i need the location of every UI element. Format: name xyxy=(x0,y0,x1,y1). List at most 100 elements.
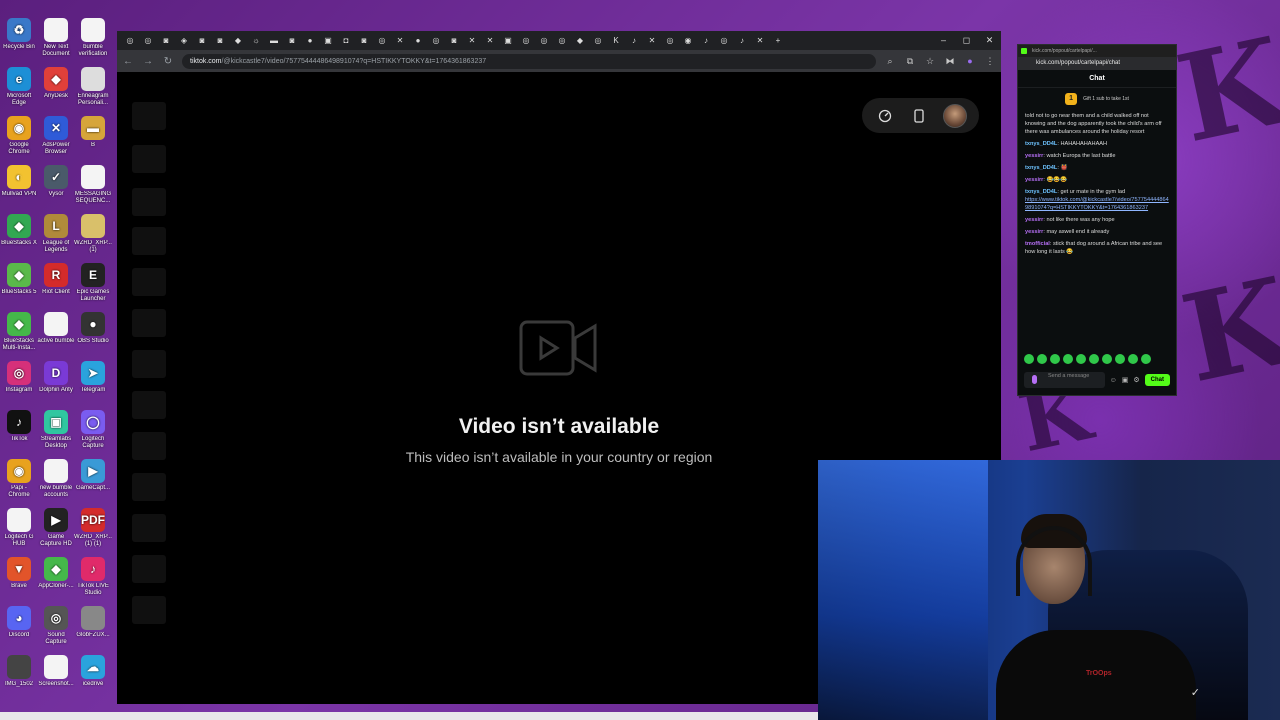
emote-icon[interactable] xyxy=(1141,354,1151,364)
emote-icon[interactable] xyxy=(1102,354,1112,364)
desktop-icon[interactable]: ✕ AdsPower Browser xyxy=(37,116,75,156)
desktop-icon[interactable]: ◆ BlueStacks Multi-Insta... xyxy=(0,312,38,352)
browser-tab[interactable]: ◙ xyxy=(359,36,369,46)
desktop-icon[interactable]: ◆ BlueStacks X xyxy=(0,214,38,247)
emote-icon[interactable] xyxy=(1063,354,1073,364)
desktop-icon[interactable]: ◎ Sound Capture xyxy=(37,606,75,646)
emote-icon[interactable] xyxy=(1024,354,1034,364)
emote-icon[interactable] xyxy=(1050,354,1060,364)
desktop-icon[interactable]: ✓ Vysor xyxy=(37,165,75,198)
desktop-icon[interactable]: PDF WZRD_XRP... (1) (1) xyxy=(74,508,112,548)
menu-icon[interactable]: ⋮ xyxy=(984,56,996,67)
chat-username[interactable]: yessirr xyxy=(1025,217,1043,223)
send-chat-button[interactable]: Chat xyxy=(1144,374,1170,386)
desktop-icon[interactable]: ➤ Telegram xyxy=(74,361,112,394)
browser-tab[interactable]: ◎ xyxy=(719,36,729,46)
back-button[interactable]: ← xyxy=(122,56,134,67)
desktop-icon[interactable]: ◆ AnyDesk xyxy=(37,67,75,100)
desktop-icon[interactable]: D Dolphin Anty xyxy=(37,361,75,394)
browser-tab[interactable]: ◎ xyxy=(593,36,603,46)
settings-gear-icon[interactable]: ⚙ xyxy=(1133,376,1139,384)
chat-username[interactable]: yessirr xyxy=(1025,177,1043,183)
desktop-icon[interactable]: MESSAGING SEQUENC... xyxy=(74,165,112,205)
chat-username[interactable]: txnys_DD4L xyxy=(1025,189,1057,195)
zoom-icon[interactable]: ⌕ xyxy=(884,56,896,67)
desktop-icon[interactable]: ◎ Instagram xyxy=(0,361,38,394)
desktop-icon[interactable]: ♪ TikTok xyxy=(0,410,38,443)
emoji-icon[interactable]: ☺ xyxy=(1110,377,1117,384)
desktop-icon[interactable]: Enneagram Personali... xyxy=(74,67,112,107)
desktop-icon[interactable]: ▼ Brave xyxy=(0,557,38,590)
desktop-icon[interactable]: ◉ Papi - Chrome xyxy=(0,459,38,499)
chat-username[interactable]: yessirr xyxy=(1025,153,1043,159)
browser-tab[interactable]: ▣ xyxy=(503,36,513,46)
desktop-icon[interactable]: ● OBS Studio xyxy=(74,312,112,345)
browser-tab[interactable]: ♪ xyxy=(629,36,639,46)
browser-tab[interactable]: ◎ xyxy=(431,36,441,46)
browser-tab[interactable]: ◎ xyxy=(125,36,135,46)
desktop-icon[interactable]: L League of Legends xyxy=(37,214,75,254)
desktop-icon[interactable]: ◯ Logitech Capture xyxy=(74,410,112,450)
gift-sub-banner[interactable]: 1 Gift 1 sub to take 1st xyxy=(1018,88,1176,110)
desktop-icon[interactable]: ◐ Mullvad VPN xyxy=(0,165,38,198)
desktop-icon[interactable]: active bumble xyxy=(37,312,75,345)
browser-tab[interactable]: ♪ xyxy=(737,36,747,46)
desktop-icon[interactable]: E Epic Games Launcher xyxy=(74,263,112,303)
browser-tab[interactable]: ◙ xyxy=(287,36,297,46)
desktop-icon[interactable]: Logitech G HUB xyxy=(0,508,38,548)
browser-tab[interactable]: ◙ xyxy=(449,36,459,46)
desktop-icon[interactable]: IMG_1502 xyxy=(0,655,38,688)
maximize-button[interactable]: ◻ xyxy=(955,35,978,46)
desktop-icon[interactable]: R Riot Client xyxy=(37,263,75,296)
avatar[interactable] xyxy=(942,103,967,128)
browser-tab[interactable]: ✕ xyxy=(395,36,405,46)
chat-message-input[interactable]: Send a message xyxy=(1024,372,1105,388)
chat-username[interactable]: txnys_DD4L xyxy=(1025,141,1057,147)
browser-tab[interactable]: ✕ xyxy=(755,36,765,46)
profile-icon[interactable]: ● xyxy=(964,56,976,66)
browser-tab[interactable]: ✕ xyxy=(485,36,495,46)
browser-tab[interactable]: ◆ xyxy=(575,36,585,46)
chat-message-link[interactable]: https://www.tiktok.com/@kickcastle7/vide… xyxy=(1025,197,1169,211)
browser-tab[interactable]: ◙ xyxy=(215,36,225,46)
emote-icon[interactable] xyxy=(1115,354,1125,364)
browser-tab[interactable]: ◎ xyxy=(665,36,675,46)
browser-tab[interactable]: ◎ xyxy=(377,36,387,46)
emote-icon[interactable] xyxy=(1089,354,1099,364)
browser-tab[interactable]: ◘ xyxy=(341,36,351,46)
browser-tab[interactable]: ▣ xyxy=(323,36,333,46)
desktop-icon[interactable]: ♻ Recycle Bin xyxy=(0,18,38,51)
desktop-icon[interactable]: e Microsoft Edge xyxy=(0,67,38,107)
browser-tab[interactable]: ◙ xyxy=(197,36,207,46)
minimize-button[interactable]: – xyxy=(932,35,955,46)
desktop-icon[interactable]: New Text Document xyxy=(37,18,75,58)
browser-tab[interactable]: ● xyxy=(413,36,423,46)
new-tab-button[interactable]: + xyxy=(773,36,783,46)
speed-icon[interactable] xyxy=(874,105,896,127)
desktop-icon[interactable]: ▬ B xyxy=(74,116,112,149)
browser-tab[interactable]: ◆ xyxy=(233,36,243,46)
desktop-icon[interactable]: ▶ Game Capture HD xyxy=(37,508,75,548)
desktop-icon[interactable]: ◉ Google Chrome xyxy=(0,116,38,156)
desktop-icon[interactable]: ▣ Streamlabs Desktop xyxy=(37,410,75,450)
reload-button[interactable]: ↻ xyxy=(162,56,174,67)
desktop-icon[interactable]: Screenshot... xyxy=(37,655,75,688)
forward-button[interactable]: → xyxy=(142,56,154,67)
desktop-icon[interactable]: ☁ icedrive xyxy=(74,655,112,688)
desktop-icon[interactable]: GlobFZUX... xyxy=(74,606,112,639)
install-app-icon[interactable]: ⧉ xyxy=(904,56,916,67)
desktop-icon[interactable]: ◕ Discord xyxy=(0,606,38,639)
desktop-icon[interactable]: ▶ GameCapt... xyxy=(74,459,112,492)
desktop-icon[interactable]: WZRD_XRP... (1) xyxy=(74,214,112,254)
emote-icon[interactable] xyxy=(1128,354,1138,364)
browser-tab[interactable]: K xyxy=(611,36,621,46)
phone-icon[interactable] xyxy=(908,105,930,127)
browser-tab[interactable]: ✕ xyxy=(647,36,657,46)
chat-username[interactable]: tmofficial xyxy=(1025,241,1050,247)
browser-tab[interactable]: ◈ xyxy=(179,36,189,46)
gift-icon[interactable]: ▣ xyxy=(1122,376,1129,384)
browser-tab[interactable]: ◎ xyxy=(521,36,531,46)
desktop-icon[interactable]: ◆ AppCloner-... xyxy=(37,557,75,590)
browser-tab[interactable]: ◎ xyxy=(557,36,567,46)
browser-tab[interactable]: ♪ xyxy=(701,36,711,46)
